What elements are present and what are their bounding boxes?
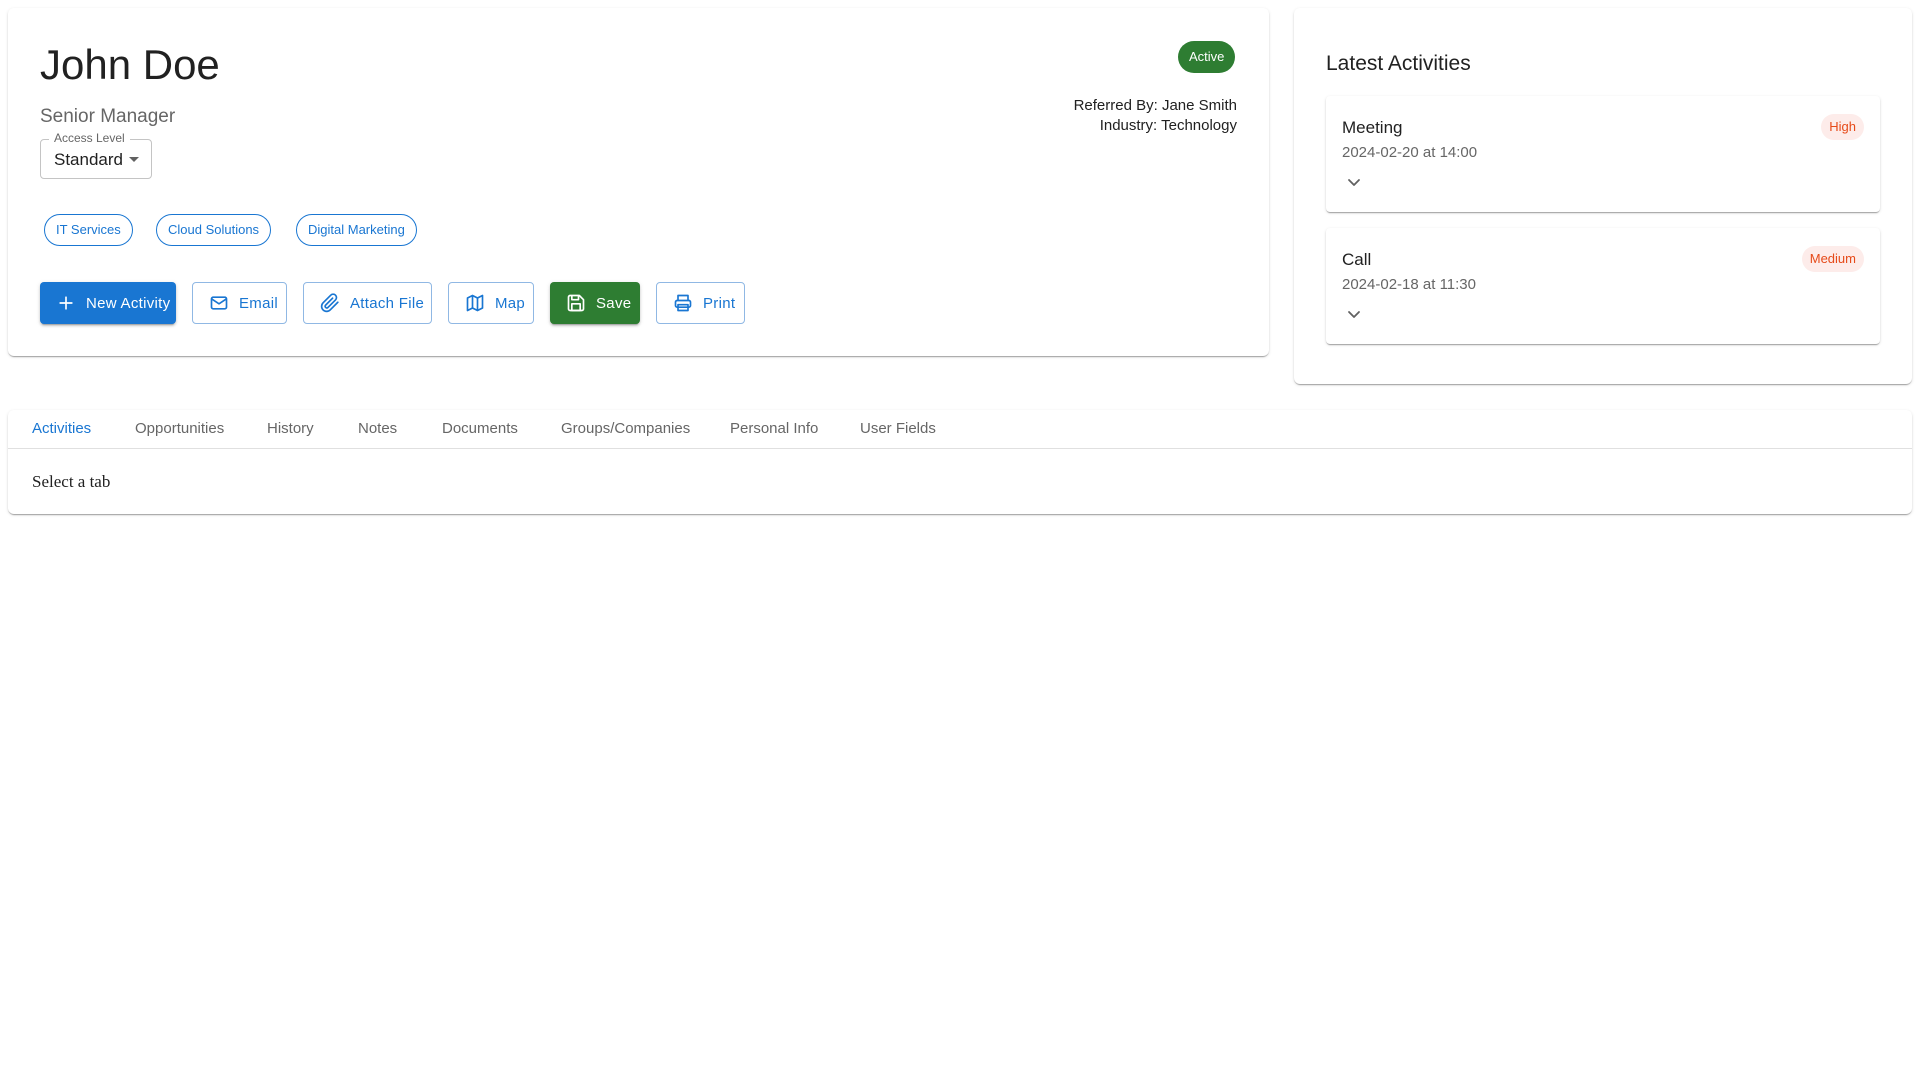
tab-opportunities[interactable]: Opportunities [135, 420, 224, 437]
paperclip-icon [320, 293, 339, 313]
tag-chip[interactable]: Cloud Solutions [156, 214, 272, 246]
tab-personal-info[interactable]: Personal Info [730, 420, 818, 437]
print-label: Print [703, 294, 736, 312]
map-label: Map [495, 294, 526, 312]
email-button[interactable]: Email [192, 282, 287, 324]
map-button[interactable]: Map [448, 282, 534, 324]
activity-type: Meeting [1342, 118, 1403, 137]
save-label: Save [596, 294, 632, 312]
tab-content-placeholder: Select a tab [32, 472, 111, 491]
tab-user-fields[interactable]: User Fields [860, 420, 936, 437]
tab-activities[interactable]: Activities [32, 420, 91, 437]
chevron-down-icon[interactable] [1342, 302, 1366, 326]
contact-card: John Doe Senior Manager Access Level Sta… [8, 8, 1269, 356]
tabs-section: Activities Opportunities History Notes D… [8, 410, 1912, 514]
contact-title: Senior Manager [40, 106, 176, 127]
tag-chip[interactable]: Digital Marketing [296, 214, 417, 246]
activity-type: Call [1342, 250, 1372, 269]
access-level-select[interactable]: Access Level Standard [40, 131, 152, 179]
status-badge: Active [1178, 41, 1236, 73]
tab-notes[interactable]: Notes [358, 420, 397, 437]
print-button[interactable]: Print [656, 282, 745, 324]
access-level-value: Standard [54, 150, 123, 169]
activity-time: 2024-02-20 at 14:00 [1342, 144, 1478, 161]
tab-bar: Activities Opportunities History Notes D… [8, 410, 1912, 449]
mail-icon [210, 296, 228, 310]
priority-badge: High [1821, 114, 1864, 140]
latest-activities-panel: Latest Activities Meeting 2024-02-20 at … [1294, 8, 1912, 384]
new-activity-label: New Activity [86, 294, 171, 312]
referred-by: Referred By: Jane Smith [1073, 97, 1237, 114]
latest-activities-title: Latest Activities [1326, 52, 1471, 75]
dropdown-arrow-icon [129, 157, 139, 162]
chevron-down-icon[interactable] [1342, 170, 1366, 194]
attach-file-button[interactable]: Attach File [303, 282, 432, 324]
activity-card[interactable]: Call 2024-02-18 at 11:30 Medium [1326, 228, 1880, 344]
activity-card[interactable]: Meeting 2024-02-20 at 14:00 High [1326, 96, 1880, 212]
tab-documents[interactable]: Documents [442, 420, 518, 437]
tab-history[interactable]: History [267, 420, 314, 437]
email-label: Email [239, 294, 279, 312]
access-level-label: Access Level [49, 131, 130, 145]
activity-time: 2024-02-18 at 11:30 [1342, 276, 1476, 293]
map-icon [466, 294, 484, 312]
priority-badge: Medium [1801, 246, 1864, 272]
new-activity-button[interactable]: New Activity [40, 282, 176, 324]
industry: Industry: Technology [1099, 117, 1237, 134]
contact-name: John Doe [40, 41, 220, 88]
tag-chip[interactable]: IT Services [44, 214, 133, 246]
plus-icon [59, 296, 73, 310]
tab-groups-companies[interactable]: Groups/Companies [561, 420, 690, 437]
save-button[interactable]: Save [550, 282, 640, 324]
attach-file-label: Attach File [350, 294, 425, 312]
printer-icon [674, 294, 692, 312]
floppy-disk-icon [567, 294, 585, 312]
